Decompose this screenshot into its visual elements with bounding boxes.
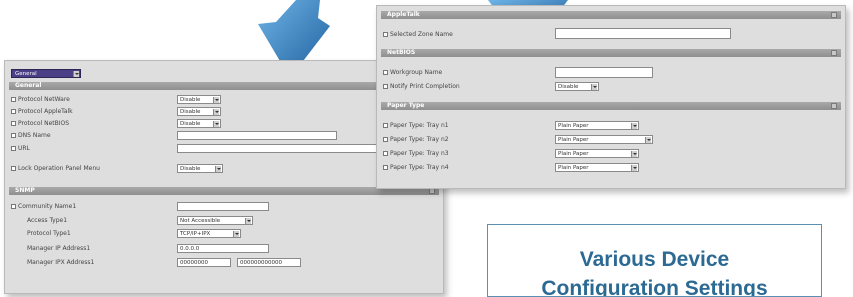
checkbox-icon[interactable] — [383, 84, 388, 89]
collapse-icon[interactable] — [831, 103, 837, 109]
paper-type-tray-1-select[interactable]: Plain Paper — [555, 121, 639, 130]
checkbox-icon[interactable] — [11, 109, 16, 114]
feature-caption-box: Various Device Configuration Settings — [487, 224, 822, 297]
setting-row-paper-type-tray-2: Paper Type: Tray n2 — [383, 135, 449, 145]
setting-row-lock-operation-panel-menu: Lock Operation Panel Menu — [11, 164, 100, 174]
checkbox-icon[interactable] — [383, 137, 388, 142]
protocol-netware-select[interactable]: Disable — [177, 95, 221, 104]
dropdown-arrow-icon — [213, 121, 219, 127]
collapse-icon[interactable] — [831, 12, 837, 18]
lock-operation-panel-menu-select[interactable]: Disable — [177, 164, 223, 173]
setting-row-community-name1: Community Name1 — [11, 202, 76, 212]
checkbox-icon[interactable] — [11, 121, 16, 126]
section-header-snmp[interactable]: SNMP — [9, 187, 439, 195]
checkbox-icon[interactable] — [11, 146, 16, 151]
dropdown-arrow-icon — [631, 151, 637, 157]
setting-row-manager-ipx-address1: Manager IPX Address1 — [27, 259, 95, 266]
caption-line-1: Various Device — [579, 248, 730, 271]
section-header-paper-type[interactable]: Paper Type — [381, 102, 841, 110]
protocol-appletalk-select[interactable]: Disable — [177, 107, 221, 116]
community-name1-input[interactable] — [177, 202, 269, 211]
setting-row-notify-print-completion: Notify Print Completion — [383, 82, 460, 92]
checkbox-icon[interactable] — [383, 123, 388, 128]
setting-row-protocol-appletalk: Protocol AppleTalk — [11, 107, 73, 117]
collapse-icon[interactable] — [831, 50, 837, 56]
selected-zone-name-input[interactable] — [555, 28, 731, 39]
section-header-appletalk[interactable]: AppleTalk — [381, 11, 841, 19]
dropdown-arrow-icon — [215, 166, 221, 172]
dropdown-arrow-icon — [631, 123, 637, 129]
paper-type-tray-3-select[interactable]: Plain Paper — [555, 149, 639, 158]
paper-type-tray-4-select[interactable]: Plain Paper — [555, 163, 639, 172]
manager-ipx-node-input[interactable]: 000000000000 — [237, 258, 301, 267]
caption-line-2: Configuration Settings — [541, 277, 768, 297]
dns-name-input[interactable] — [177, 131, 337, 140]
dropdown-arrow-icon — [73, 71, 79, 77]
checkbox-icon[interactable] — [383, 165, 388, 170]
dropdown-arrow-icon — [645, 137, 651, 143]
setting-row-protocol-netbios: Protocol NetBIOS — [11, 119, 69, 129]
checkbox-icon[interactable] — [11, 204, 16, 209]
checkbox-icon[interactable] — [11, 97, 16, 102]
setting-row-paper-type-tray-3: Paper Type: Tray n3 — [383, 149, 449, 159]
setting-row-paper-type-tray-4: Paper Type: Tray n4 — [383, 163, 449, 173]
checkbox-icon[interactable] — [11, 133, 16, 138]
setting-row-manager-ip-address1: Manager IP Address1 — [27, 245, 91, 252]
url-input[interactable] — [177, 144, 377, 153]
settings-mode-select[interactable]: General — [11, 69, 81, 78]
setting-row-selected-zone-name: Selected Zone Name — [383, 30, 453, 40]
feature-caption: Various Device Configuration Settings — [488, 245, 821, 297]
setting-row-paper-type-tray-1: Paper Type: Tray n1 — [383, 121, 449, 131]
protocol-netbios-select[interactable]: Disable — [177, 119, 221, 128]
dropdown-arrow-icon — [631, 165, 637, 171]
checkbox-icon[interactable] — [383, 70, 388, 75]
workgroup-name-input[interactable] — [555, 67, 653, 78]
setting-row-dns-name: DNS Name — [11, 131, 51, 141]
checkbox-icon[interactable] — [383, 32, 388, 37]
setting-row-url: URL — [11, 144, 30, 154]
dropdown-arrow-icon — [233, 231, 239, 237]
checkbox-icon[interactable] — [11, 166, 16, 171]
dropdown-arrow-icon — [213, 109, 219, 115]
setting-row-access-type1: Access Type1 — [27, 217, 68, 224]
dropdown-arrow-icon — [213, 97, 219, 103]
access-type1-select[interactable]: Not Accessible — [177, 216, 253, 225]
protocol-type1-select[interactable]: TCP/IP+IPX — [177, 229, 241, 238]
section-header-general[interactable]: General — [9, 82, 439, 90]
dropdown-arrow-icon — [245, 218, 251, 224]
checkbox-icon[interactable] — [383, 151, 388, 156]
setting-row-protocol-type1: Protocol Type1 — [27, 230, 71, 237]
manager-ipx-network-input[interactable]: 00000000 — [177, 258, 231, 267]
manager-ip-address1-input[interactable]: 0.0.0.0 — [177, 244, 269, 253]
setting-row-protocol-netware: Protocol NetWare — [11, 95, 70, 105]
section-header-netbios[interactable]: NetBIOS — [381, 49, 841, 57]
paper-type-tray-2-select[interactable]: Plain Paper — [555, 135, 653, 144]
dropdown-arrow-icon — [591, 84, 597, 90]
protocol-settings-panel: AppleTalk Selected Zone Name NetBIOS Wor… — [376, 5, 846, 189]
notify-print-completion-select[interactable]: Disable — [555, 82, 599, 91]
setting-row-workgroup-name: Workgroup Name — [383, 68, 442, 78]
